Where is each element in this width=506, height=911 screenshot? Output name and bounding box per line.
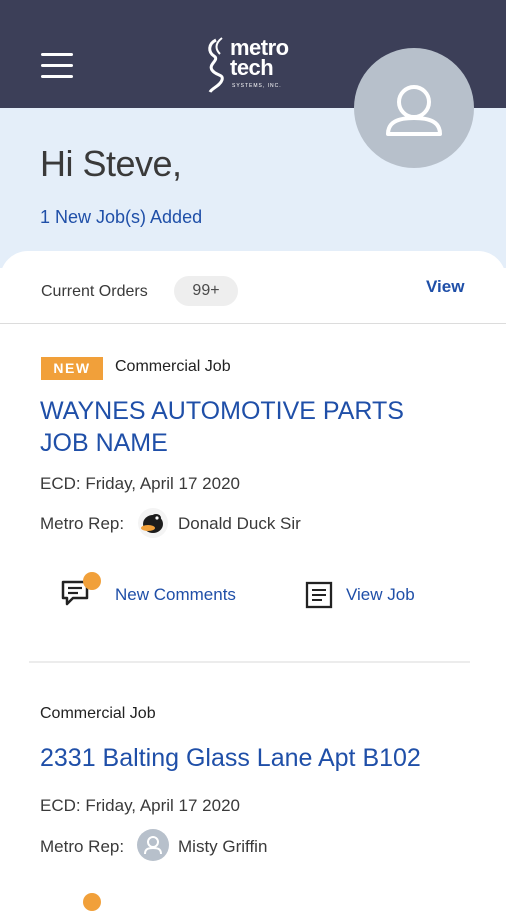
view-job-label: View Job bbox=[346, 585, 415, 604]
job-ecd: ECD: Friday, April 17 2020 bbox=[40, 474, 240, 493]
job-ecd: ECD: Friday, April 17 2020 bbox=[40, 796, 240, 815]
metro-rep-label: Metro Rep: bbox=[40, 837, 125, 856]
rep-name: Donald Duck Sir bbox=[178, 514, 301, 533]
job-divider bbox=[29, 661, 470, 663]
job-title[interactable]: WAYNES AUTOMOTIVE PARTS JOB NAME bbox=[40, 395, 404, 459]
document-icon bbox=[305, 581, 333, 609]
job-type-label: Commercial Job bbox=[40, 705, 156, 722]
rep-avatar bbox=[137, 507, 169, 539]
job-title-line-1: WAYNES AUTOMOTIVE PARTS bbox=[40, 397, 404, 425]
current-orders-label: Current Orders bbox=[41, 283, 148, 300]
unread-dot bbox=[83, 893, 101, 911]
new-comments-button[interactable]: New Comments bbox=[60, 572, 260, 612]
view-orders-link[interactable]: View bbox=[426, 277, 464, 297]
divider bbox=[0, 323, 506, 324]
job-title-line-2: JOB NAME bbox=[40, 429, 168, 457]
logo-line-2: tech bbox=[230, 55, 274, 80]
metro-tech-logo: metro tech SYSTEMS, INC. bbox=[202, 36, 312, 94]
rep-name: Misty Griffin bbox=[178, 837, 268, 856]
rep-avatar bbox=[137, 829, 169, 861]
view-job-button[interactable]: View Job bbox=[304, 578, 434, 614]
new-jobs-notice[interactable]: 1 New Job(s) Added bbox=[40, 207, 202, 228]
unread-dot bbox=[83, 572, 101, 590]
metro-rep-label: Metro Rep: bbox=[40, 514, 125, 533]
job-title[interactable]: 2331 Balting Glass Lane Apt B102 bbox=[40, 742, 421, 774]
new-comments-label: New Comments bbox=[115, 585, 236, 604]
logo-mark-icon bbox=[208, 37, 224, 93]
user-profile-icon[interactable] bbox=[354, 48, 474, 168]
job-type-label: Commercial Job bbox=[115, 358, 231, 375]
greeting-text: Hi Steve, bbox=[40, 143, 182, 184]
orders-count-badge: 99+ bbox=[174, 276, 238, 306]
new-job-tag: NEW bbox=[41, 357, 103, 380]
hamburger-menu-icon[interactable] bbox=[41, 53, 73, 79]
logo-subtitle: SYSTEMS, INC. bbox=[232, 83, 282, 89]
